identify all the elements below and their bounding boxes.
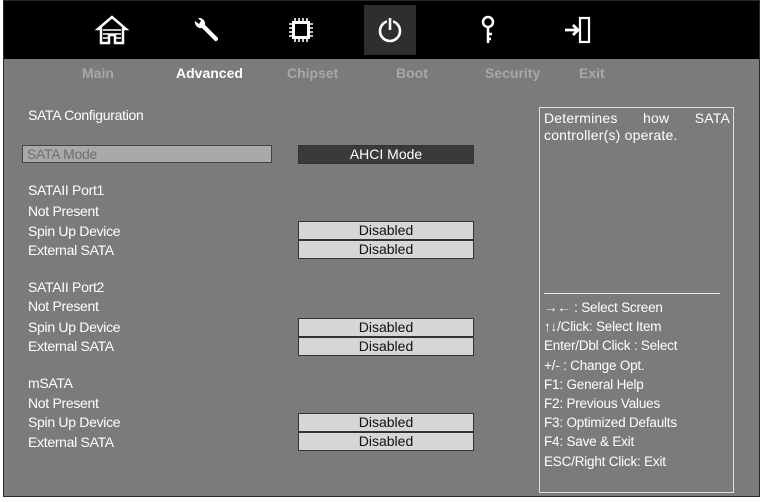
icon-toolbar [4,1,759,59]
chip-icon [289,18,313,42]
key-hint: F4: Save & Exit [544,434,635,450]
port2-name: SATAII Port2 [28,279,105,295]
tab-exit[interactable]: Exit [579,65,605,81]
tab-boot[interactable]: Boot [396,65,428,81]
key-hint: ↑↓/Click: Select Item [544,319,662,335]
sata-mode-value[interactable]: AHCI Mode [298,145,474,164]
key-hint: F3: Optimized Defaults [544,415,677,431]
msata-spin-value[interactable]: Disabled [298,413,474,432]
home-icon [95,15,129,45]
key-hint: ESC/Right Click: Exit [544,453,666,469]
bios-window: Main Advanced Chipset Boot Security Exit… [3,0,760,497]
help-panel: Determines how SATA controller(s) operat… [539,107,734,493]
port1-spin-label: Spin Up Device [28,223,121,239]
msata-name: mSATA [28,375,73,391]
tab-main[interactable]: Main [82,65,114,81]
port2-ext-value[interactable]: Disabled [298,337,474,356]
wrench-button[interactable] [180,5,232,55]
tab-advanced[interactable]: Advanced [176,65,243,81]
chip-button[interactable] [275,5,327,55]
key-legend: →← : Select Screen ↑↓/Click: Select Item… [544,298,677,471]
key-hint: F2: Previous Values [544,396,661,412]
section-title: SATA Configuration [28,107,144,123]
port1-spin-value[interactable]: Disabled [298,221,474,240]
sata-mode-label: SATA Mode [27,146,97,162]
port2-ext-label: External SATA [28,338,114,354]
port1-ext-value[interactable]: Disabled [298,240,474,259]
tab-security[interactable]: Security [485,65,540,81]
key-button[interactable] [462,5,514,55]
home-button[interactable] [86,5,138,55]
tab-bar: Main Advanced Chipset Boot Security Exit [4,59,759,87]
key-hint: Enter/Dbl Click : Select [544,338,678,354]
settings-panel: SATA Configuration SATA Mode AHCI Mode S… [4,87,759,496]
wrench-icon [194,17,219,42]
exit-button[interactable] [552,5,604,55]
help-description: Determines how SATA controller(s) operat… [544,110,730,143]
port1-ext-label: External SATA [28,242,114,258]
exit-icon [565,16,591,44]
tab-chipset[interactable]: Chipset [287,65,338,81]
msata-ext-label: External SATA [28,434,114,450]
port1-name: SATAII Port1 [28,182,105,198]
key-hint: F1: General Help [544,376,644,392]
port2-status: Not Present [28,298,99,314]
key-hint: +/- : Change Opt. [544,357,645,373]
sata-mode-row[interactable]: SATA Mode [22,145,272,163]
msata-spin-label: Spin Up Device [28,414,121,430]
msata-ext-value[interactable]: Disabled [298,432,474,451]
port2-spin-label: Spin Up Device [28,319,121,335]
key-hint: →← : Select Screen [544,300,663,315]
power-icon [378,17,402,43]
port2-spin-value[interactable]: Disabled [298,318,474,337]
power-button[interactable] [364,5,416,55]
help-divider [544,293,720,294]
port1-status: Not Present [28,203,99,219]
key-icon [481,15,495,43]
msata-status: Not Present [28,395,99,411]
